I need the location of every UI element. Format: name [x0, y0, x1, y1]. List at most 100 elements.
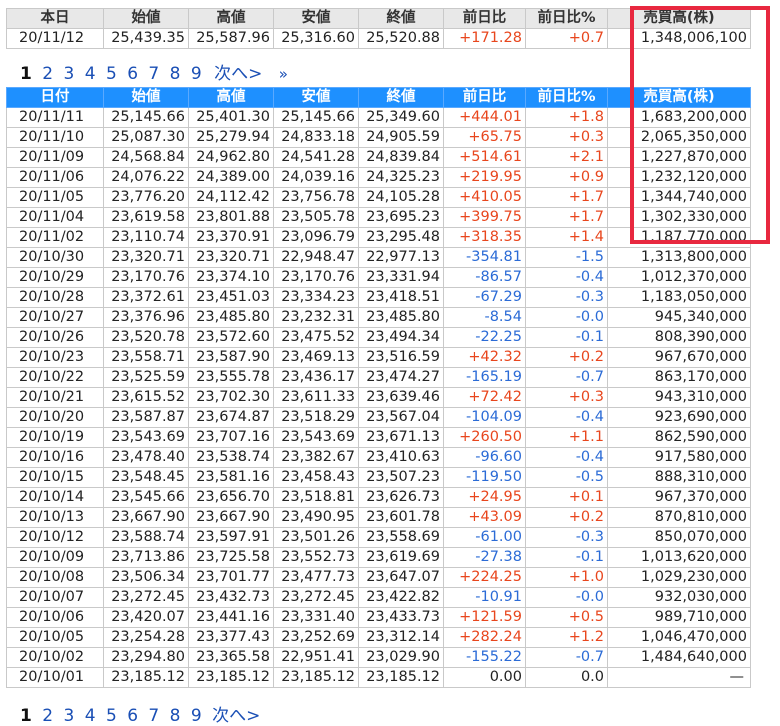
next-page-link[interactable]: 次へ> — [214, 64, 262, 84]
page-link[interactable]: 6 — [127, 64, 138, 84]
cell-open: 23,506.34 — [103, 567, 189, 588]
cell-change: +224.25 — [443, 567, 526, 588]
cell-date: 20/11/06 — [6, 167, 104, 188]
cell-change: 0.00 — [443, 667, 526, 688]
page-link-current[interactable]: 1 — [20, 64, 32, 84]
cell-open: 23,615.52 — [103, 387, 189, 408]
cell-low: 23,458.43 — [273, 467, 359, 488]
next-page-link[interactable]: 次へ> — [212, 706, 260, 726]
page-link[interactable]: 7 — [148, 64, 159, 84]
cell-low: 23,518.29 — [273, 407, 359, 428]
page-link[interactable]: 8 — [170, 706, 181, 726]
page-link[interactable]: 4 — [85, 706, 96, 726]
page-link[interactable]: 6 — [127, 706, 138, 726]
cell-volume: 870,810,000 — [607, 507, 751, 528]
cell-low: 23,477.73 — [273, 567, 359, 588]
cell-open: 23,588.74 — [103, 527, 189, 548]
header-close[interactable]: 終値 — [358, 87, 444, 108]
table-row: 20/10/08 23,506.34 23,701.77 23,477.73 23,64… — [6, 567, 751, 588]
page-link[interactable]: 9 — [191, 706, 202, 726]
cell-close: 23,507.23 — [358, 467, 444, 488]
cell-high: 23,707.16 — [188, 427, 274, 448]
cell-open: 23,254.28 — [103, 627, 189, 648]
cell-volume: 1,683,200,000 — [607, 107, 751, 128]
cell-low: 23,505.78 — [273, 207, 359, 228]
table-row: 20/10/21 23,615.52 23,702.30 23,611.33 23,63… — [6, 387, 751, 408]
page-link[interactable]: 3 — [63, 64, 74, 84]
header-change-pct[interactable]: 前日比% — [525, 87, 608, 108]
page-link[interactable]: 3 — [63, 706, 74, 726]
cell-change: -165.19 — [443, 367, 526, 388]
table-row: 20/11/09 24,568.84 24,962.80 24,541.28 24,83… — [6, 147, 751, 168]
cell-date: 20/10/08 — [6, 567, 104, 588]
table-row: 20/10/30 23,320.71 23,320.71 22,948.47 22,97… — [6, 247, 751, 268]
page-link[interactable]: 5 — [106, 706, 117, 726]
header-low[interactable]: 安値 — [273, 87, 359, 108]
cell-high: 25,401.30 — [188, 107, 274, 128]
header-change-pct: 前日比% — [525, 8, 608, 29]
cell-low: 23,096.79 — [273, 227, 359, 248]
today-low: 25,316.60 — [273, 28, 359, 49]
cell-change: +410.05 — [443, 187, 526, 208]
header-open: 始値 — [103, 8, 189, 29]
cell-low: 23,518.81 — [273, 487, 359, 508]
cell-change-pct: +0.3 — [525, 127, 608, 148]
cell-low: 23,232.31 — [273, 307, 359, 328]
cell-volume: 2,065,350,000 — [607, 127, 751, 148]
cell-open: 23,713.86 — [103, 547, 189, 568]
page-link[interactable]: 7 — [148, 706, 159, 726]
cell-close: 23,312.14 — [358, 627, 444, 648]
cell-change-pct: +1.7 — [525, 187, 608, 208]
cell-change: +399.75 — [443, 207, 526, 228]
cell-open: 23,110.74 — [103, 227, 189, 248]
cell-low: 23,756.78 — [273, 187, 359, 208]
page-link[interactable]: 9 — [191, 64, 202, 84]
cell-date: 20/10/30 — [6, 247, 104, 268]
cell-low: 23,475.52 — [273, 327, 359, 348]
table-row: 20/10/09 23,713.86 23,725.58 23,552.73 23,61… — [6, 547, 751, 568]
cell-date: 20/10/27 — [6, 307, 104, 328]
cell-date: 20/10/26 — [6, 327, 104, 348]
header-volume[interactable]: 売買高(株) — [607, 87, 751, 108]
cell-volume: 1,029,230,000 — [607, 567, 751, 588]
cell-date: 20/10/19 — [6, 427, 104, 448]
page-link[interactable]: 5 — [106, 64, 117, 84]
header-change[interactable]: 前日比 — [443, 87, 526, 108]
cell-high: 23,555.78 — [188, 367, 274, 388]
cell-date: 20/10/15 — [6, 467, 104, 488]
header-date[interactable]: 日付 — [6, 87, 104, 108]
cell-open: 23,420.07 — [103, 607, 189, 628]
page-link[interactable]: 2 — [42, 706, 53, 726]
cell-change-pct: +1.1 — [525, 427, 608, 448]
cell-open: 24,568.84 — [103, 147, 189, 168]
header-open[interactable]: 始値 — [103, 87, 189, 108]
table-row: 20/10/06 23,420.07 23,441.16 23,331.40 23,43… — [6, 607, 751, 628]
today-open: 25,439.35 — [103, 28, 189, 49]
cell-date: 20/10/05 — [6, 627, 104, 648]
cell-change-pct: -0.1 — [525, 327, 608, 348]
page-link-current[interactable]: 1 — [20, 706, 32, 726]
cell-volume: 888,310,000 — [607, 467, 751, 488]
table-row: 20/10/12 23,588.74 23,597.91 23,501.26 23,55… — [6, 527, 751, 548]
page-link[interactable]: 8 — [170, 64, 181, 84]
last-page-link[interactable]: » — [279, 65, 288, 83]
header-high: 高値 — [188, 8, 274, 29]
page-link[interactable]: 2 — [42, 64, 53, 84]
cell-change-pct: +1.2 — [525, 627, 608, 648]
cell-volume: 943,310,000 — [607, 387, 751, 408]
cell-change: +318.35 — [443, 227, 526, 248]
cell-high: 24,962.80 — [188, 147, 274, 168]
cell-close: 23,494.34 — [358, 327, 444, 348]
header-high[interactable]: 高値 — [188, 87, 274, 108]
cell-low: 23,331.40 — [273, 607, 359, 628]
cell-high: 23,538.74 — [188, 447, 274, 468]
today-volume: 1,348,006,100 — [607, 28, 751, 49]
cell-close: 24,839.84 — [358, 147, 444, 168]
cell-close: 23,671.13 — [358, 427, 444, 448]
cell-low: 23,469.13 — [273, 347, 359, 368]
cell-high: 24,389.00 — [188, 167, 274, 188]
page-link[interactable]: 4 — [85, 64, 96, 84]
cell-low: 24,541.28 — [273, 147, 359, 168]
cell-close: 24,905.59 — [358, 127, 444, 148]
cell-date: 20/11/05 — [6, 187, 104, 208]
